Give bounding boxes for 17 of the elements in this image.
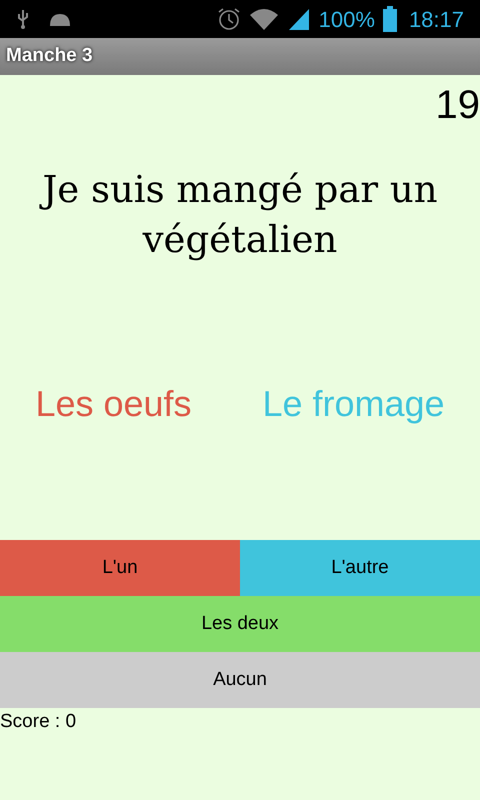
answer-button[interactable]: Les deux	[0, 596, 480, 652]
wifi-icon	[248, 7, 279, 31]
counter: 19	[436, 82, 480, 129]
battery-percent: 100%	[318, 6, 375, 34]
clock-time: 18:17	[408, 6, 464, 34]
question-text: Je suis mangé par un végétalien	[20, 165, 460, 265]
battery-icon	[382, 6, 397, 32]
option-label: Les oeufs	[35, 382, 192, 426]
answer-button[interactable]: L'un	[0, 540, 240, 596]
alarm-icon	[216, 7, 241, 31]
answer-button[interactable]: L'autre	[240, 540, 480, 596]
score-text: Score : 0	[0, 710, 76, 734]
usb-icon	[16, 9, 30, 29]
signal-icon	[286, 7, 311, 31]
screen-title: Manche 3	[6, 44, 93, 68]
option-label: Le fromage	[262, 382, 445, 426]
answer-button[interactable]: Aucun	[0, 652, 480, 708]
